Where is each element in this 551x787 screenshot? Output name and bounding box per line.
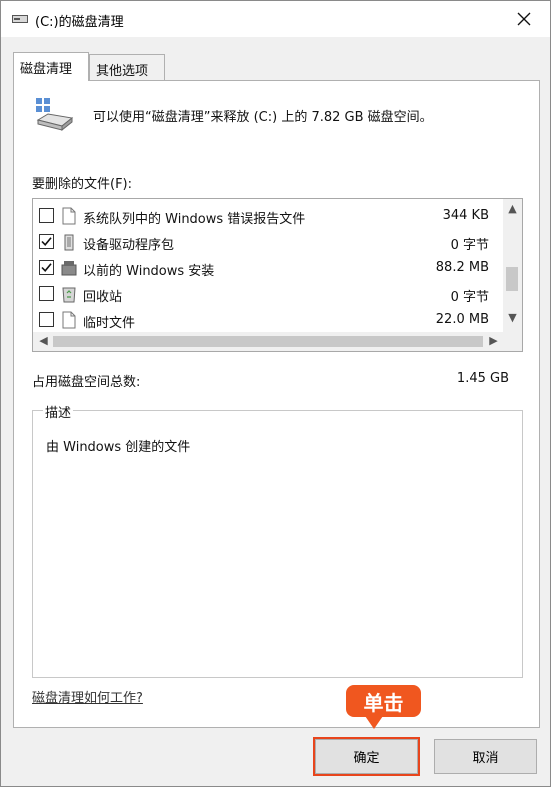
vertical-scroll-thumb[interactable] <box>506 267 518 291</box>
file-name: 设备驱动程序包 <box>83 238 175 253</box>
window-title: (C:)的磁盘清理 <box>35 15 124 30</box>
total-space-label: 占用磁盘空间总数: <box>32 375 141 390</box>
file-name: 回收站 <box>83 290 123 305</box>
ok-button[interactable]: 确定 <box>313 737 420 776</box>
callout-pointer <box>363 713 385 729</box>
tab-disk-cleanup[interactable]: 磁盘清理 <box>13 52 89 81</box>
checkbox[interactable] <box>39 208 54 223</box>
list-item[interactable]: 设备驱动程序包 0 字节 <box>33 229 503 255</box>
windows-installation-icon <box>61 261 77 276</box>
help-link[interactable]: 磁盘清理如何工作? <box>32 687 143 706</box>
close-icon <box>517 12 531 26</box>
vertical-scrollbar[interactable]: ▲ ▼ <box>503 199 522 334</box>
file-name: 临时文件 <box>83 316 136 331</box>
tab-panel: 可以使用“磁盘清理”来释放 (C:) 上的 7.82 GB 磁盘空间。 要删除的… <box>13 80 540 728</box>
horizontal-scroll-thumb[interactable] <box>53 336 483 347</box>
checkmark-icon <box>41 263 52 272</box>
list-item[interactable]: 临时文件 22.0 MB <box>33 307 503 333</box>
description-group: 描述 由 Windows 创建的文件 <box>32 402 523 678</box>
disk-drive-icon <box>12 15 28 23</box>
list-item[interactable]: 回收站 0 字节 <box>33 281 503 307</box>
horizontal-scrollbar[interactable]: ◀ ▶ <box>33 332 522 351</box>
close-button[interactable] <box>504 3 544 35</box>
description-legend: 描述 <box>43 402 74 421</box>
recycle-bin-icon <box>62 287 76 303</box>
files-to-delete-label: 要删除的文件(F): <box>32 177 133 192</box>
list-item[interactable]: 系统队列中的 Windows 错误报告文件 344 KB <box>33 203 503 229</box>
disk-cleanup-window: (C:)的磁盘清理 磁盘清理 其他选项 可以使用“磁盘清理”来释放 (C:) 上… <box>0 0 551 787</box>
file-size: 0 字节 <box>450 238 489 253</box>
file-name: 以前的 Windows 安装 <box>83 264 215 279</box>
scroll-down-icon[interactable]: ▼ <box>503 311 522 329</box>
file-size: 88.2 MB <box>435 260 489 275</box>
scroll-right-icon[interactable]: ▶ <box>485 334 502 349</box>
files-list[interactable]: 系统队列中的 Windows 错误报告文件 344 KB 设备驱动程序包 0 字… <box>32 198 523 352</box>
checkbox[interactable] <box>39 286 54 301</box>
driver-package-icon <box>64 234 74 251</box>
checkbox[interactable] <box>39 260 54 275</box>
file-size: 344 KB <box>442 208 489 223</box>
document-icon <box>62 207 76 225</box>
intro-text: 可以使用“磁盘清理”来释放 (C:) 上的 7.82 GB 磁盘空间。 <box>93 110 433 125</box>
description-text: 由 Windows 创建的文件 <box>46 440 191 455</box>
drive-cleanup-icon <box>36 98 74 132</box>
document-icon <box>62 311 76 329</box>
list-item[interactable]: 以前的 Windows 安装 88.2 MB <box>33 255 503 281</box>
file-name: 系统队列中的 Windows 错误报告文件 <box>83 212 306 227</box>
file-size: 22.0 MB <box>435 312 489 327</box>
checkmark-icon <box>41 237 52 246</box>
checkbox[interactable] <box>39 234 54 249</box>
title-bar: (C:)的磁盘清理 <box>1 1 550 37</box>
total-space-value: 1.45 GB <box>456 371 509 386</box>
scroll-left-icon[interactable]: ◀ <box>35 334 52 349</box>
checkbox[interactable] <box>39 312 54 327</box>
cancel-button[interactable]: 取消 <box>434 739 537 774</box>
scroll-up-icon[interactable]: ▲ <box>503 202 522 220</box>
file-size: 0 字节 <box>450 290 489 305</box>
tab-more-options[interactable]: 其他选项 <box>89 54 165 81</box>
